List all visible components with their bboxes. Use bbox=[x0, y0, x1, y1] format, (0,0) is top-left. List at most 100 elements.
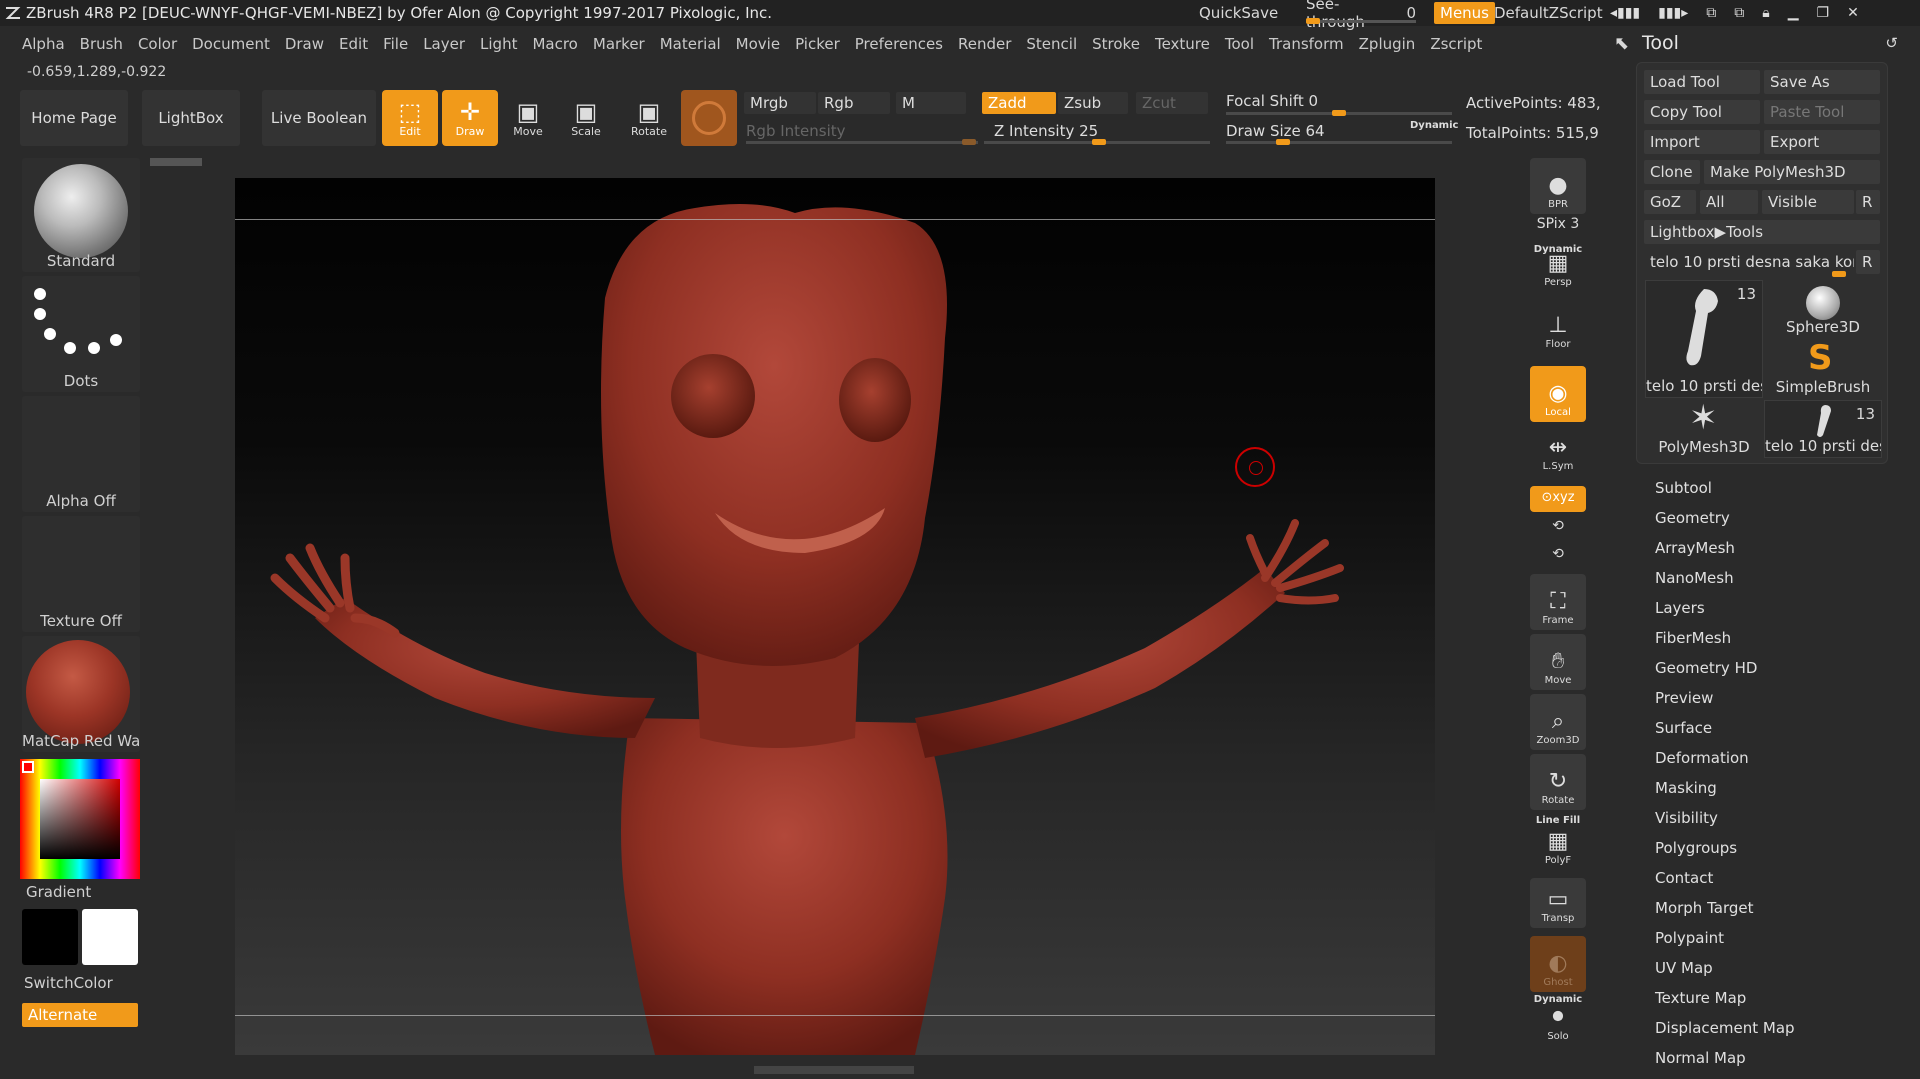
scale-mode-button[interactable]: ▣ Scale bbox=[558, 90, 614, 146]
gradient-label[interactable]: Gradient bbox=[26, 883, 91, 901]
goz-all-button[interactable]: All bbox=[1700, 190, 1758, 214]
menu-light[interactable]: Light bbox=[480, 35, 517, 53]
make-polymesh-button[interactable]: Make PolyMesh3D bbox=[1704, 160, 1880, 184]
menu-draw[interactable]: Draw bbox=[285, 35, 324, 53]
lightbox-button[interactable]: LightBox bbox=[142, 90, 240, 146]
mrgb-toggle[interactable]: Mrgb bbox=[744, 92, 816, 114]
draw-size-track[interactable] bbox=[1226, 141, 1452, 144]
dynamic-size-toggle[interactable]: Dynamic bbox=[1410, 120, 1458, 131]
frame-button[interactable]: ⛶ Frame bbox=[1530, 574, 1586, 630]
export-button[interactable]: Export bbox=[1764, 130, 1880, 154]
alt-layout-icon[interactable]: ⧉ bbox=[1734, 5, 1744, 21]
rotate-view-button[interactable]: ↻ Rotate bbox=[1530, 754, 1586, 810]
subpalette-normal-map[interactable]: Normal Map bbox=[1655, 1048, 1795, 1078]
subpalette-contact[interactable]: Contact bbox=[1655, 868, 1795, 898]
subpalette-displacement-map[interactable]: Displacement Map bbox=[1655, 1018, 1795, 1048]
subpalette-masking[interactable]: Masking bbox=[1655, 778, 1795, 808]
tool-thumb-sphere3d[interactable]: Sphere3D bbox=[1764, 280, 1882, 338]
tool-thumb-telo-2[interactable]: 13 telo 10 prsti desn bbox=[1764, 400, 1882, 458]
menu-preferences[interactable]: Preferences bbox=[855, 35, 943, 53]
zcut-toggle[interactable]: Zcut bbox=[1136, 92, 1208, 114]
local-button[interactable]: ◉ Local bbox=[1530, 366, 1586, 422]
material-quick-button[interactable] bbox=[681, 90, 737, 146]
menu-file[interactable]: File bbox=[383, 35, 408, 53]
subpalette-geometry[interactable]: Geometry bbox=[1655, 508, 1795, 538]
lsym-button[interactable]: ⇹ L.Sym bbox=[1530, 432, 1586, 476]
goz-r-button[interactable]: R bbox=[1856, 190, 1880, 214]
subpalette-nanomesh[interactable]: NanoMesh bbox=[1655, 568, 1795, 598]
rotate-mode-button[interactable]: ▣ Rotate bbox=[621, 90, 677, 146]
minimize-icon[interactable]: ▁ bbox=[1788, 5, 1799, 21]
alpha-selector[interactable]: Alpha Off bbox=[22, 396, 140, 512]
draw-mode-button[interactable]: ✛ Draw bbox=[442, 90, 498, 146]
paste-tool-button[interactable]: Paste Tool bbox=[1764, 100, 1880, 124]
stroke-selector[interactable]: Dots bbox=[22, 276, 140, 392]
menu-brush[interactable]: Brush bbox=[80, 35, 123, 53]
menu-edit[interactable]: Edit bbox=[339, 35, 368, 53]
lock-icon[interactable]: 🔒︎ bbox=[1762, 5, 1769, 21]
menu-layer[interactable]: Layer bbox=[423, 35, 465, 53]
menu-material[interactable]: Material bbox=[660, 35, 721, 53]
import-button[interactable]: Import bbox=[1644, 130, 1760, 154]
move-mode-button[interactable]: ▣ Move bbox=[500, 90, 556, 146]
menu-document[interactable]: Document bbox=[192, 35, 270, 53]
goz-visible-button[interactable]: Visible bbox=[1762, 190, 1854, 214]
subpalette-preview[interactable]: Preview bbox=[1655, 688, 1795, 718]
menu-stroke[interactable]: Stroke bbox=[1092, 35, 1140, 53]
interface-transparency-right-icon[interactable]: ▮▮▮▸ bbox=[1658, 5, 1688, 21]
menu-macro[interactable]: Macro bbox=[532, 35, 577, 53]
canvas-bottom-scroll-handle[interactable] bbox=[754, 1066, 914, 1074]
focal-shift-knob[interactable] bbox=[1332, 110, 1346, 116]
lightbox-tools-button[interactable]: Lightbox▶Tools bbox=[1644, 220, 1880, 244]
default-layout-icon[interactable]: ⧉ bbox=[1706, 5, 1716, 21]
brush-selector[interactable]: Standard bbox=[22, 158, 140, 272]
subpalette-fibermesh[interactable]: FiberMesh bbox=[1655, 628, 1795, 658]
menu-color[interactable]: Color bbox=[138, 35, 177, 53]
home-page-button[interactable]: Home Page bbox=[20, 90, 128, 146]
tool-thumb-telo[interactable]: 13 telo 10 prsti desn bbox=[1645, 280, 1763, 398]
tool-thumb-polymesh3d[interactable]: ✶ PolyMesh3D bbox=[1645, 400, 1763, 458]
rgb-intensity-knob[interactable] bbox=[962, 139, 976, 145]
floor-button[interactable]: ⊥ Floor bbox=[1530, 304, 1586, 354]
see-through-knob[interactable] bbox=[1306, 18, 1320, 24]
subpalette-morph-target[interactable]: Morph Target bbox=[1655, 898, 1795, 928]
z-intensity-knob[interactable] bbox=[1092, 139, 1106, 145]
main-color-swatch[interactable] bbox=[22, 909, 78, 965]
rgb-toggle[interactable]: Rgb bbox=[818, 92, 890, 114]
color-saturation-square[interactable] bbox=[40, 779, 120, 859]
y-rotate-icon[interactable]: ⟲ bbox=[1530, 518, 1586, 534]
polyf-button[interactable]: ▦ PolyF bbox=[1530, 826, 1586, 870]
tool-palette-header[interactable]: ⬉ Tool ↺ bbox=[1612, 28, 1902, 58]
close-icon[interactable]: ✕ bbox=[1847, 5, 1859, 21]
save-as-button[interactable]: Save As bbox=[1764, 70, 1880, 94]
menu-zplugin[interactable]: Zplugin bbox=[1359, 35, 1416, 53]
m-toggle[interactable]: M bbox=[896, 92, 966, 114]
see-through-slider[interactable]: See-through 0 bbox=[1306, 0, 1416, 31]
load-tool-button[interactable]: Load Tool bbox=[1644, 70, 1760, 94]
quicksave-button[interactable]: QuickSave bbox=[1199, 0, 1278, 26]
menus-toggle-button[interactable]: Menus bbox=[1434, 2, 1495, 24]
menu-render[interactable]: Render bbox=[958, 35, 1011, 53]
subpalette-layers[interactable]: Layers bbox=[1655, 598, 1795, 628]
menu-zscript[interactable]: Zscript bbox=[1430, 35, 1482, 53]
tool-r-button[interactable]: R bbox=[1856, 250, 1880, 274]
menu-movie[interactable]: Movie bbox=[736, 35, 780, 53]
default-zscript-button[interactable]: DefaultZScript bbox=[1494, 0, 1603, 26]
goz-button[interactable]: GoZ bbox=[1644, 190, 1696, 214]
subpalette-polygroups[interactable]: Polygroups bbox=[1655, 838, 1795, 868]
subpalette-arraymesh[interactable]: ArrayMesh bbox=[1655, 538, 1795, 568]
rgb-intensity-track[interactable] bbox=[746, 141, 978, 144]
bpr-button[interactable]: ● BPR bbox=[1530, 158, 1586, 214]
switch-color-button[interactable]: SwitchColor bbox=[24, 974, 113, 992]
current-tool-slider[interactable]: telo 10 prsti desna saka kona bbox=[1644, 250, 1854, 274]
zsub-toggle[interactable]: Zsub bbox=[1058, 92, 1128, 114]
subpalette-deformation[interactable]: Deformation bbox=[1655, 748, 1795, 778]
draw-size-knob[interactable] bbox=[1276, 139, 1290, 145]
menu-marker[interactable]: Marker bbox=[593, 35, 645, 53]
interface-transparency-icon[interactable]: ◂▮▮▮ bbox=[1610, 5, 1640, 21]
texture-selector[interactable]: Texture Off bbox=[22, 516, 140, 632]
subpalette-uv-map[interactable]: UV Map bbox=[1655, 958, 1795, 988]
z-rotate-icon[interactable]: ⟲ bbox=[1530, 546, 1586, 562]
move-view-button[interactable]: ✋︎ Move bbox=[1530, 634, 1586, 690]
solo-button[interactable]: ⚫ Solo bbox=[1530, 1004, 1586, 1046]
